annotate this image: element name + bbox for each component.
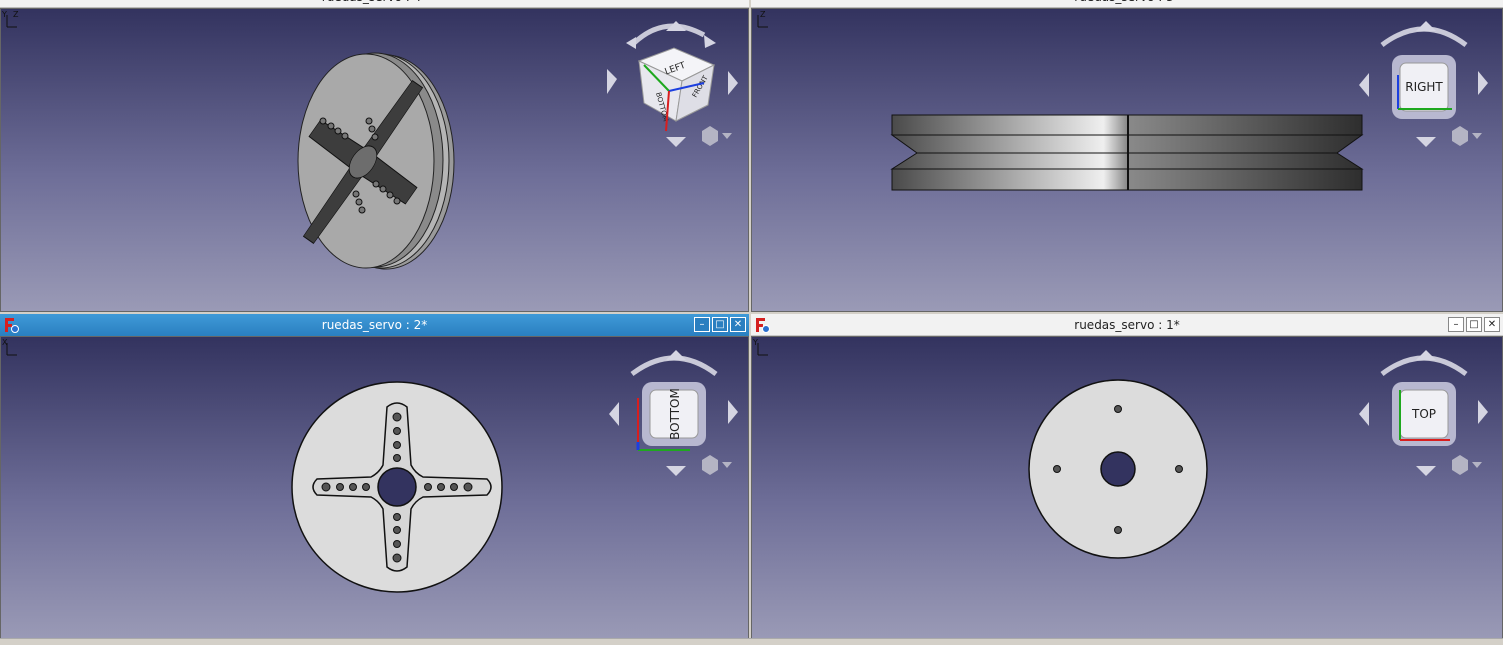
rotate-arrow-icon — [630, 23, 706, 47]
window-title: ruedas_servo : 1* — [1074, 318, 1180, 332]
axis-indicator: YZ — [1, 10, 19, 28]
close-button[interactable]: ✕ — [1484, 317, 1500, 332]
svg-text:X: X — [2, 338, 8, 347]
status-strip — [0, 638, 1503, 645]
cube-face-label: TOP — [1411, 407, 1436, 421]
freecad-icon — [5, 318, 19, 333]
maximize-button[interactable]: □ — [712, 317, 728, 332]
navigation-cube[interactable]: LEFT BOTTOM FRONT — [604, 13, 744, 153]
minimize-button[interactable]: – — [694, 317, 710, 332]
axis-indicator: X — [2, 338, 17, 356]
window-titlebar[interactable]: ruedas_servo : 3* — [751, 0, 1503, 8]
window-bottom-right[interactable]: ruedas_servo : 1* – □ ✕ TOP Y — [751, 314, 1503, 640]
svg-text:Z: Z — [13, 10, 19, 19]
navigation-cube[interactable]: RIGHT — [1354, 13, 1494, 153]
maximize-button[interactable]: □ — [1466, 317, 1482, 332]
window-top-left[interactable]: ruedas_servo : 4* — [0, 0, 749, 312]
navigation-cube[interactable]: TOP — [1354, 342, 1494, 482]
navigation-cube[interactable]: BOTTOM — [604, 342, 744, 482]
window-top-right[interactable]: ruedas_servo : 3* RIGHT — [751, 0, 1503, 312]
3d-viewport[interactable]: LEFT BOTTOM FRONT YZ — [0, 8, 749, 312]
svg-text:Y: Y — [752, 338, 758, 347]
freecad-icon — [756, 318, 770, 333]
chevron-right-icon — [728, 71, 738, 95]
axis-indicator: Z — [757, 10, 768, 28]
window-titlebar[interactable]: ruedas_servo : 2* – □ ✕ — [0, 314, 749, 336]
3d-viewport[interactable]: RIGHT Z — [751, 8, 1503, 312]
window-titlebar[interactable]: ruedas_servo : 4* — [0, 0, 749, 8]
minimize-button[interactable]: – — [1448, 317, 1464, 332]
window-title: ruedas_servo : 4* — [0, 0, 749, 7]
cube-menu-icon — [702, 126, 718, 146]
svg-text:Z: Z — [760, 10, 766, 19]
cube-face-label: BOTTOM — [668, 388, 682, 440]
window-title: ruedas_servo : 2* — [321, 318, 428, 332]
chevron-down-icon — [666, 137, 686, 147]
window-bottom-left[interactable]: ruedas_servo : 2* – □ ✕ BOTTOM X — [0, 314, 749, 640]
close-button[interactable]: ✕ — [730, 317, 746, 332]
window-title: ruedas_servo : 3* — [751, 0, 1503, 7]
window-titlebar[interactable]: ruedas_servo : 1* – □ ✕ — [751, 314, 1503, 336]
3d-viewport[interactable]: TOP Y — [751, 336, 1503, 640]
3d-viewport[interactable]: BOTTOM X — [0, 336, 749, 640]
chevron-left-icon — [607, 69, 617, 94]
axis-indicator: Y — [752, 338, 768, 356]
cube-face-label: RIGHT — [1405, 80, 1443, 94]
svg-text:Y: Y — [1, 10, 7, 19]
